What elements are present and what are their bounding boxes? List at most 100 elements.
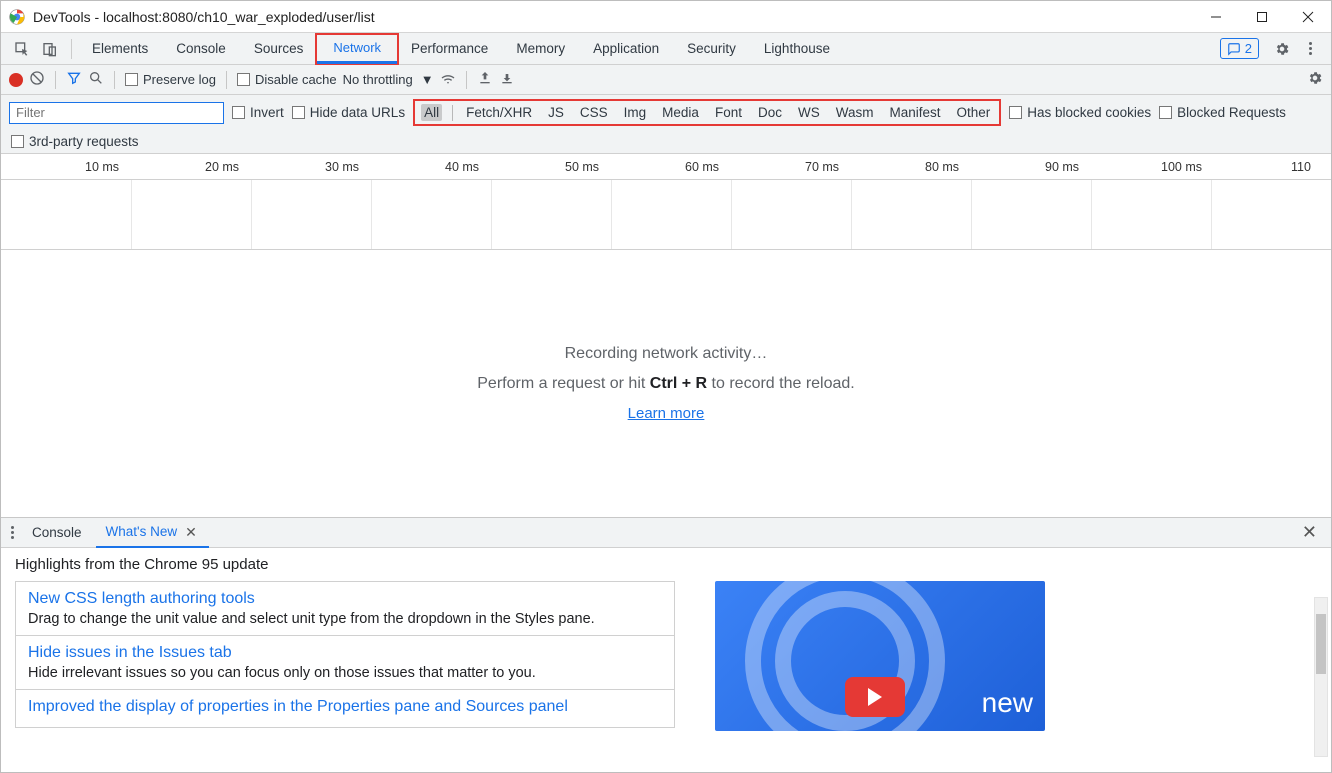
tick-label: 80 ms	[925, 160, 959, 174]
filter-icon[interactable]	[66, 70, 82, 89]
promo-text: new	[982, 687, 1033, 719]
record-button[interactable]	[9, 73, 23, 87]
type-manifest[interactable]: Manifest	[886, 104, 943, 121]
throttling-select[interactable]: No throttling ▼	[343, 72, 434, 87]
highlight-card[interactable]: New CSS length authoring tools Drag to c…	[15, 581, 675, 635]
tab-sources[interactable]: Sources	[240, 33, 318, 65]
card-desc: Drag to change the unit value and select…	[28, 611, 662, 627]
preserve-log-checkbox[interactable]: Preserve log	[125, 72, 216, 87]
network-conditions-icon[interactable]	[440, 70, 456, 89]
type-img[interactable]: Img	[621, 104, 650, 121]
tick-label: 30 ms	[325, 160, 359, 174]
drawer-body: New CSS length authoring tools Drag to c…	[1, 581, 1331, 772]
window-controls	[1193, 1, 1331, 32]
upload-har-icon[interactable]	[477, 70, 493, 89]
filter-input[interactable]	[9, 102, 224, 124]
tab-performance[interactable]: Performance	[397, 33, 502, 65]
drawer-tab-label: What's New	[106, 518, 178, 546]
tick-label: 60 ms	[685, 160, 719, 174]
clear-icon[interactable]	[29, 70, 45, 89]
tick-label: 40 ms	[445, 160, 479, 174]
maximize-button[interactable]	[1239, 1, 1285, 32]
minimize-button[interactable]	[1193, 1, 1239, 32]
blocked-requests-checkbox[interactable]: Blocked Requests	[1159, 105, 1286, 120]
has-blocked-cookies-checkbox[interactable]: Has blocked cookies	[1009, 105, 1151, 120]
download-har-icon[interactable]	[499, 70, 515, 89]
hide-data-urls-label: Hide data URLs	[310, 105, 405, 120]
type-css[interactable]: CSS	[577, 104, 611, 121]
drawer-tab-console[interactable]: Console	[22, 518, 92, 548]
shortcut-text: Ctrl + R	[650, 375, 707, 392]
promo-video[interactable]: new	[715, 581, 1045, 731]
tab-application[interactable]: Application	[579, 33, 673, 65]
drawer-menu-icon[interactable]	[7, 526, 18, 539]
tab-memory[interactable]: Memory	[502, 33, 579, 65]
search-icon[interactable]	[88, 70, 104, 89]
inspect-element-icon[interactable]	[9, 36, 35, 62]
scrollbar[interactable]	[1314, 597, 1328, 757]
issues-count: 2	[1245, 41, 1252, 56]
play-icon	[845, 677, 905, 717]
invert-checkbox[interactable]: Invert	[232, 105, 284, 120]
hint-text: Perform a request or hit Ctrl + R to rec…	[477, 375, 855, 393]
close-button[interactable]	[1285, 1, 1331, 32]
timeline-ticks: 10 ms 20 ms 30 ms 40 ms 50 ms 60 ms 70 m…	[1, 154, 1331, 180]
card-title: New CSS length authoring tools	[28, 590, 662, 608]
settings-icon[interactable]	[1269, 36, 1295, 62]
tick-label: 90 ms	[1045, 160, 1079, 174]
card-desc: Hide irrelevant issues so you can focus …	[28, 665, 662, 681]
card-title: Improved the display of properties in th…	[28, 698, 662, 716]
tab-elements[interactable]: Elements	[78, 33, 162, 65]
type-js[interactable]: JS	[545, 104, 567, 121]
type-doc[interactable]: Doc	[755, 104, 785, 121]
issues-badge[interactable]: 2	[1220, 38, 1259, 59]
tick-label: 50 ms	[565, 160, 599, 174]
separator	[452, 105, 453, 121]
blocked-requests-label: Blocked Requests	[1177, 105, 1286, 120]
hide-data-urls-checkbox[interactable]: Hide data URLs	[292, 105, 405, 120]
highlight-card[interactable]: Improved the display of properties in th…	[15, 689, 675, 728]
chrome-icon	[9, 9, 25, 25]
type-font[interactable]: Font	[712, 104, 745, 121]
disable-cache-checkbox[interactable]: Disable cache	[237, 72, 337, 87]
tick-label: 10 ms	[85, 160, 119, 174]
type-media[interactable]: Media	[659, 104, 702, 121]
type-other[interactable]: Other	[954, 104, 994, 121]
drawer-tab-whats-new[interactable]: What's New ✕	[96, 518, 209, 548]
device-toolbar-icon[interactable]	[37, 36, 63, 62]
network-settings-icon[interactable]	[1307, 70, 1323, 89]
drawer-close-icon[interactable]: ✕	[1294, 522, 1325, 543]
tab-network-highlight: Network	[315, 33, 399, 65]
drawer-tabstrip: Console What's New ✕ ✕	[1, 518, 1331, 548]
recording-text: Recording network activity…	[565, 345, 768, 363]
type-ws[interactable]: WS	[795, 104, 823, 121]
tick-label: 20 ms	[205, 160, 239, 174]
tick-label: 70 ms	[805, 160, 839, 174]
drawer-subtitle: Highlights from the Chrome 95 update	[1, 548, 1331, 581]
network-timeline[interactable]: 10 ms 20 ms 30 ms 40 ms 50 ms 60 ms 70 m…	[1, 154, 1331, 250]
devtools-window: DevTools - localhost:8080/ch10_war_explo…	[0, 0, 1332, 773]
more-menu-icon[interactable]	[1297, 36, 1323, 62]
tab-console[interactable]: Console	[162, 33, 240, 65]
network-toolbar: Preserve log Disable cache No throttling…	[1, 65, 1331, 95]
type-wasm[interactable]: Wasm	[833, 104, 877, 121]
card-title: Hide issues in the Issues tab	[28, 644, 662, 662]
tab-network[interactable]: Network	[317, 34, 397, 64]
learn-more-link[interactable]: Learn more	[628, 405, 705, 422]
type-fetch-xhr[interactable]: Fetch/XHR	[463, 104, 535, 121]
drawer: Console What's New ✕ ✕ Highlights from t…	[1, 517, 1331, 772]
separator	[71, 39, 72, 59]
scrollbar-thumb[interactable]	[1316, 614, 1326, 674]
tab-security[interactable]: Security	[673, 33, 750, 65]
preserve-log-label: Preserve log	[143, 72, 216, 87]
chevron-down-icon: ▼	[421, 72, 434, 87]
titlebar: DevTools - localhost:8080/ch10_war_explo…	[1, 1, 1331, 33]
tab-lighthouse[interactable]: Lighthouse	[750, 33, 844, 65]
empty-state: Recording network activity… Perform a re…	[1, 250, 1331, 517]
close-tab-icon[interactable]: ✕	[183, 518, 199, 546]
window-title: DevTools - localhost:8080/ch10_war_explo…	[33, 9, 1193, 25]
third-party-checkbox[interactable]: 3rd-party requests	[11, 134, 1323, 149]
type-all[interactable]: All	[421, 104, 442, 121]
throttling-label: No throttling	[343, 72, 413, 87]
highlight-card[interactable]: Hide issues in the Issues tab Hide irrel…	[15, 635, 675, 689]
